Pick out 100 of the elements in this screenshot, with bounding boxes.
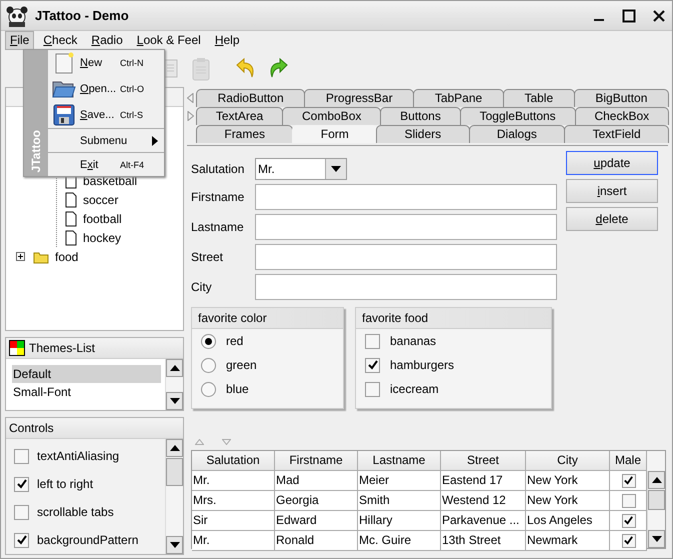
- menu-entry[interactable]: Save... Ctrl-S: [48, 102, 164, 128]
- text-field[interactable]: [255, 274, 557, 300]
- checkbox-label: backgroundPattern: [37, 533, 138, 547]
- text-field[interactable]: [255, 184, 557, 210]
- table-cell: Newmark: [526, 531, 610, 551]
- tab[interactable]: Form: [292, 125, 378, 143]
- radio-label: green: [226, 358, 257, 372]
- column-header[interactable]: City: [526, 451, 610, 471]
- menu-side-label: JTattoo: [29, 130, 43, 172]
- tab[interactable]: TabPane: [413, 89, 504, 107]
- checkbox[interactable]: [365, 334, 380, 348]
- checkbox[interactable]: [622, 534, 636, 548]
- document-icon: [65, 230, 77, 246]
- column-header[interactable]: Male: [610, 451, 647, 471]
- menu-item[interactable]: Help: [210, 31, 244, 50]
- column-header[interactable]: Lastname: [358, 451, 441, 471]
- checkbox[interactable]: [14, 448, 29, 464]
- radio-button[interactable]: [201, 358, 216, 372]
- tab[interactable]: ProgressBar: [304, 89, 414, 107]
- up-arrow-icon[interactable]: [170, 445, 180, 451]
- tab[interactable]: Buttons: [380, 107, 461, 125]
- table-cell: Meier: [358, 471, 441, 491]
- checkbox[interactable]: [365, 382, 380, 396]
- tree-item[interactable]: basketball: [83, 174, 138, 188]
- tab[interactable]: ToggleButtons: [460, 107, 576, 125]
- checkbox[interactable]: [365, 358, 380, 372]
- column-header[interactable]: Street: [441, 451, 526, 471]
- tree-item[interactable]: football: [83, 212, 122, 226]
- menu-entry[interactable]: Submenu: [48, 129, 164, 152]
- checkbox[interactable]: [14, 504, 29, 520]
- table-cell: Hillary: [358, 511, 441, 531]
- document-icon: [65, 210, 77, 226]
- tab[interactable]: TextArea: [196, 107, 284, 125]
- table-cell: Westend 12: [441, 491, 526, 511]
- action-button[interactable]: insert: [566, 179, 658, 203]
- color-squares-icon: [9, 340, 25, 356]
- text-field[interactable]: [255, 214, 557, 240]
- dropdown-arrow-icon[interactable]: [331, 166, 341, 172]
- tab[interactable]: Table: [502, 89, 575, 107]
- action-button[interactable]: update: [566, 151, 658, 175]
- text-field[interactable]: [255, 244, 557, 270]
- scrollbar[interactable]: [165, 439, 183, 554]
- checkbox[interactable]: [14, 532, 29, 548]
- tab[interactable]: Sliders: [376, 125, 470, 143]
- list-item[interactable]: Small-Font: [12, 383, 161, 402]
- menu-entry[interactable]: Exit Alt-F4: [48, 153, 164, 176]
- menu-entry[interactable]: Open... Ctrl-O: [48, 76, 164, 102]
- scrollbar[interactable]: [165, 359, 183, 410]
- menu-item[interactable]: File: [5, 31, 34, 50]
- maximize-icon[interactable]: [622, 8, 636, 22]
- table-cell: Smith: [358, 491, 441, 511]
- down-arrow-icon[interactable]: [652, 536, 662, 542]
- group-title: favorite color: [198, 311, 267, 325]
- expand-icon[interactable]: [16, 252, 25, 261]
- scroll-thumb[interactable]: [166, 458, 183, 486]
- checkbox-label: left to right: [37, 477, 94, 491]
- tab[interactable]: Dialogs: [468, 125, 566, 143]
- table-cell: Mc. Guire: [358, 531, 441, 551]
- radio-button[interactable]: [201, 334, 216, 348]
- tab[interactable]: CheckBox: [574, 107, 670, 125]
- tab[interactable]: TextField: [564, 125, 670, 143]
- checkbox[interactable]: [622, 514, 636, 528]
- folder-icon: [33, 250, 49, 264]
- tree-item[interactable]: food: [55, 250, 78, 264]
- up-arrow-icon[interactable]: [170, 365, 180, 372]
- checkbox-label: icecream: [390, 382, 439, 396]
- checkbox[interactable]: [622, 474, 636, 488]
- menu-entry[interactable]: New Ctrl-N: [48, 50, 164, 76]
- tree-item[interactable]: hockey: [83, 230, 122, 244]
- table-cell: Mr.: [192, 471, 275, 491]
- panel-title: Controls: [9, 421, 54, 435]
- field-label: Lastname: [191, 220, 245, 234]
- radio-button[interactable]: [201, 382, 216, 396]
- blank-page-icon: [54, 52, 74, 74]
- up-arrow-icon[interactable]: [652, 477, 662, 483]
- checkbox-label: bananas: [390, 334, 436, 348]
- group-title: favorite food: [362, 311, 428, 325]
- tab[interactable]: RadioButton: [196, 89, 306, 107]
- list-item[interactable]: Default: [12, 365, 161, 384]
- menu-item[interactable]: Check: [38, 31, 82, 50]
- scroll-thumb[interactable]: [648, 490, 665, 510]
- down-arrow-icon[interactable]: [170, 542, 180, 548]
- checkbox[interactable]: [622, 494, 636, 508]
- tab[interactable]: BigButton: [574, 89, 670, 107]
- action-button[interactable]: delete: [566, 207, 658, 231]
- table-cell: Mrs.: [192, 491, 275, 511]
- table-cell: Sir: [192, 511, 275, 531]
- close-icon[interactable]: [652, 8, 666, 22]
- tab[interactable]: ComboBox: [282, 107, 382, 125]
- down-arrow-icon[interactable]: [170, 398, 180, 404]
- salutation-dropdown[interactable]: Mr.: [255, 158, 347, 180]
- checkbox[interactable]: [14, 476, 29, 492]
- scrollbar[interactable]: [647, 471, 665, 548]
- menu-item[interactable]: Look & Feel: [132, 31, 206, 50]
- tree-item[interactable]: soccer: [83, 192, 118, 206]
- menu-item[interactable]: Radio: [86, 31, 128, 50]
- column-header[interactable]: Salutation: [192, 451, 275, 471]
- tab[interactable]: Frames: [196, 125, 294, 143]
- column-header[interactable]: Firstname: [275, 451, 358, 471]
- table-cell: Edward: [275, 511, 358, 531]
